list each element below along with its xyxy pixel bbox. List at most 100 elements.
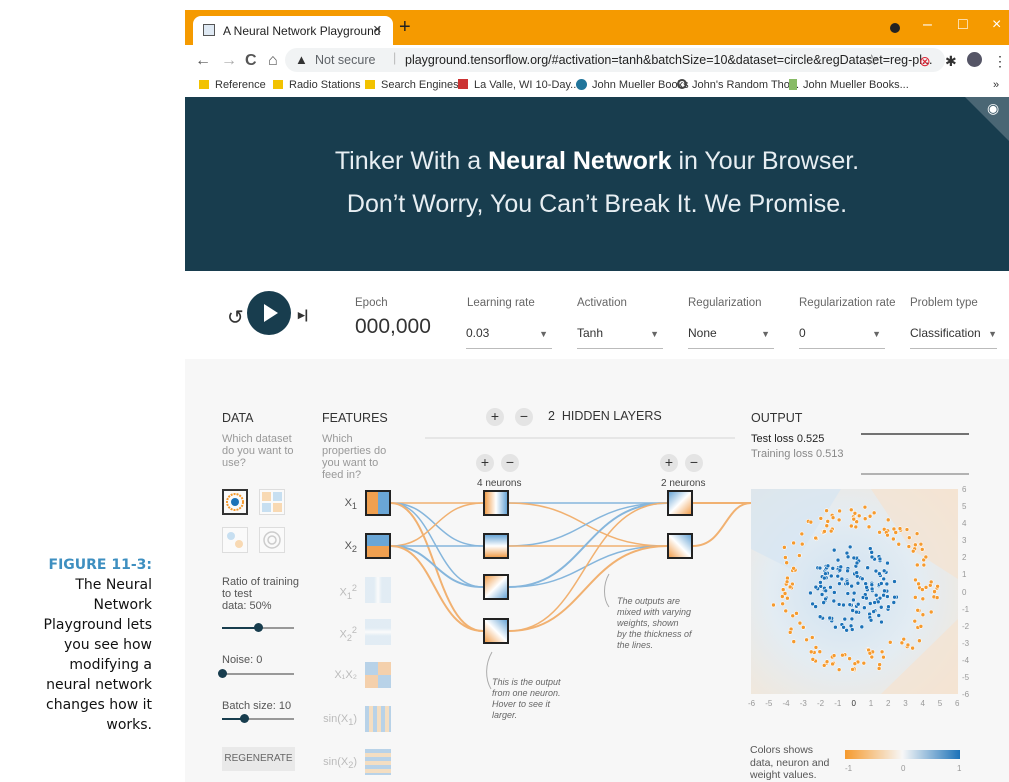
data-point [855,580,861,586]
github-corner[interactable]: ◉ [965,97,1009,141]
data-point [881,576,887,582]
data-point [840,652,845,658]
avatar[interactable] [967,52,982,67]
bookmark-item[interactable]: Search Engines [365,79,459,91]
data-point [828,573,834,579]
layer1-add-neuron-button[interactable]: + [476,454,494,472]
data-point [824,508,829,513]
data-point [906,544,912,549]
url-text[interactable]: playground.tensorflow.org/#activation=ta… [405,53,932,67]
bookmark-item[interactable]: La Valle, WI 10-Day... [458,79,579,91]
bookmark-item[interactable]: Reference [199,79,266,91]
data-point [810,657,816,662]
data-point [832,590,837,595]
data-point [899,640,905,646]
bookmark-star-icon[interactable]: ☆ [865,51,878,69]
headline-line-2: Don’t Worry, You Can’t Break It. We Prom… [346,190,848,218]
profile-indicator-icon[interactable] [890,23,900,33]
y-tick-label: 2 [962,553,967,563]
layer1-remove-neuron-button[interactable]: − [501,454,519,472]
data-point [783,555,788,560]
neuron-l1-3[interactable] [483,574,509,600]
data-point [813,645,819,650]
data-point [808,590,813,596]
data-point [825,563,831,569]
add-layer-button[interactable]: + [486,408,504,426]
activation-select[interactable]: Tanh ▼ [577,326,663,349]
step-icon[interactable]: ▸| [298,307,308,323]
menu-icon[interactable]: ⋮ [993,53,1007,70]
warning-icon[interactable]: ▲ [295,52,308,67]
data-point [863,581,868,586]
data-point [913,577,918,583]
bookmark-item[interactable]: Radio Stations [273,79,361,91]
data-point [780,601,785,607]
data-point [921,562,927,568]
layer2-add-neuron-button[interactable]: + [660,454,678,472]
data-point [876,613,882,618]
data-point [876,666,882,671]
new-tab-button[interactable]: + [399,16,411,39]
data-point [928,609,934,615]
neuron-l1-2[interactable] [483,533,509,559]
book-icon [789,79,797,90]
output-decision-boundary[interactable] [751,489,958,694]
play-button[interactable] [247,291,291,335]
bookmark-item[interactable]: John's Random Tho... [677,79,799,91]
data-point [873,568,879,574]
data-point [785,575,790,581]
data-point [923,585,929,590]
close-window-button[interactable]: × [992,16,1001,34]
tab-close-icon[interactable]: × [373,21,382,38]
learning-rate-select[interactable]: 0.03 ▼ [466,326,552,349]
neuron-l1-1[interactable] [483,490,509,516]
security-status[interactable]: Not secure [315,53,375,67]
bookmarks-overflow[interactable]: » [993,79,999,91]
data-point [854,560,860,566]
reset-icon[interactable]: ↺ [227,305,244,330]
data-point [845,554,851,560]
data-point [852,511,858,516]
data-point [838,564,844,570]
figure-caption: FIGURE 11-3: The Neural Network Playgrou… [0,555,152,735]
caption-line: changes how it [46,697,152,713]
neuron-l2-1[interactable] [667,490,693,516]
data-point [885,532,890,538]
data-point [884,581,890,587]
data-point [917,638,922,644]
data-point [918,541,924,547]
data-point [801,625,806,630]
extension-icon[interactable]: ⊗ [919,53,931,70]
neuron-l1-4[interactable] [483,618,509,644]
bookmark-item[interactable]: John Mueller Books... [789,79,909,91]
data-point [809,635,815,640]
minimize-button[interactable]: – [923,16,932,34]
layer2-remove-neuron-button[interactable]: − [685,454,703,472]
data-point [910,645,915,651]
data-point [824,659,830,665]
data-point [879,619,884,625]
puzzle-icon[interactable]: ✱ [945,53,957,70]
regularization-rate-select[interactable]: 0 ▼ [799,326,885,349]
data-point [896,541,902,547]
reload-icon[interactable]: C [245,52,257,70]
problem-type-select[interactable]: Classification ▼ [910,326,997,349]
maximize-button[interactable]: □ [958,16,968,34]
neuron-l2-2[interactable] [667,533,693,559]
browser-tab[interactable]: A Neural Network Playground × [193,16,393,45]
bookmark-item[interactable]: John Mueller Books [576,79,689,91]
data-point [850,667,855,672]
home-icon[interactable]: ⌂ [268,52,278,70]
back-icon[interactable]: ← [195,52,211,70]
data-point [861,660,867,666]
remove-layer-button[interactable]: − [515,408,533,426]
url-bar[interactable]: ▲ Not secure | playground.tensorflow.org… [285,48,945,72]
forward-icon[interactable]: → [221,52,237,70]
data-point [869,554,875,560]
data-point [847,656,852,661]
color-scale-max: 1 [957,764,962,773]
data-point [808,649,814,655]
data-point [848,507,854,513]
regularization-select[interactable]: None ▼ [688,326,774,349]
data-point [885,517,891,523]
